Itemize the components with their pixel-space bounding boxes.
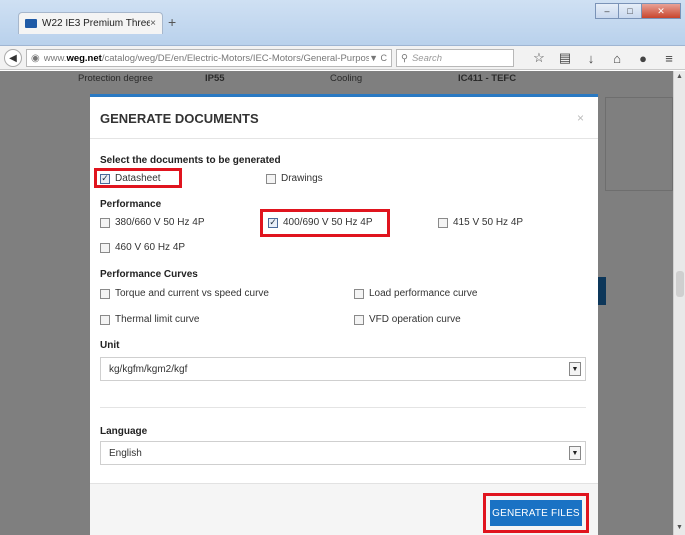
url-path: /catalog/weg/DE/en/Electric-Motors/IEC-M…	[101, 52, 370, 64]
menu-icon[interactable]: ≡	[660, 49, 678, 67]
language-select-value: English	[109, 447, 142, 459]
checkbox-label: Torque and current vs speed curve	[115, 288, 269, 299]
checkbox-empty-icon	[100, 314, 110, 325]
checkbox-empty-icon	[438, 217, 448, 228]
checkbox-torque-curve[interactable]: Torque and current vs speed curve	[100, 288, 269, 299]
bookmark-star-icon[interactable]: ☆	[530, 49, 548, 67]
url-text: www.weg.net/catalog/weg/DE/en/Electric-M…	[44, 53, 369, 64]
checkbox-empty-icon	[100, 242, 110, 253]
checkbox-label: Load performance curve	[369, 288, 478, 299]
checkbox-415v[interactable]: 415 V 50 Hz 4P	[438, 217, 523, 228]
checkbox-empty-icon	[100, 217, 110, 228]
back-arrow-icon: ◀	[9, 52, 17, 64]
browser-tab[interactable]: W22 IE3 Premium Three-P... ×	[18, 12, 163, 34]
tab-close-icon[interactable]: ×	[150, 18, 156, 29]
checkbox-label: 415 V 50 Hz 4P	[453, 217, 524, 228]
checkbox-label: VFD operation curve	[369, 314, 461, 325]
dropdown-arrow-icon[interactable]: ▼	[569, 446, 581, 460]
search-icon: ⚲	[401, 52, 408, 64]
checkbox-label: Thermal limit curve	[115, 314, 200, 325]
checkbox-drawings[interactable]: Drawings	[266, 173, 323, 184]
maximize-button[interactable]: □	[618, 3, 642, 19]
new-tab-button[interactable]: +	[168, 14, 176, 30]
generate-documents-modal: GENERATE DOCUMENTS × Select the document…	[90, 94, 598, 535]
unit-select-value: kg/kgfm/kgm2/kgf	[109, 363, 188, 375]
site-info-icon[interactable]: ◉	[31, 53, 40, 64]
unit-select[interactable]: kg/kgfm/kgm2/kgf ▼	[100, 357, 586, 381]
browser-navbar: ◀ ◉ www.weg.net/catalog/weg/DE/en/Electr…	[0, 46, 685, 70]
checkbox-empty-icon	[354, 288, 364, 299]
scroll-up-icon[interactable]: ▲	[676, 73, 683, 80]
search-placeholder: Search	[411, 52, 443, 64]
tab-title: W22 IE3 Premium Three-P...	[42, 18, 151, 29]
minimize-button[interactable]: –	[595, 3, 619, 19]
site-favicon-icon	[25, 19, 37, 28]
curves-label: Performance Curves	[100, 269, 198, 280]
chat-icon[interactable]: ●	[634, 49, 652, 67]
url-domain: weg.net	[66, 52, 102, 64]
window-controls: – □ ✕	[595, 3, 681, 19]
checkbox-load-curve[interactable]: Load performance curve	[354, 288, 477, 299]
highlight-datasheet	[94, 168, 182, 188]
checkbox-380-660v[interactable]: 380/660 V 50 Hz 4P	[100, 217, 205, 228]
checkbox-empty-icon	[100, 288, 110, 299]
language-label: Language	[100, 426, 148, 437]
scroll-thumb[interactable]	[676, 271, 684, 297]
page-scrollbar[interactable]: ▲ ▼	[673, 71, 685, 535]
close-window-button[interactable]: ✕	[641, 3, 681, 19]
download-icon[interactable]: ↓	[582, 49, 600, 67]
home-icon[interactable]: ⌂	[608, 49, 626, 67]
modal-footer: GENERATE FILES	[90, 483, 598, 535]
checkbox-vfd-curve[interactable]: VFD operation curve	[354, 314, 461, 325]
unit-label: Unit	[100, 340, 120, 351]
checkbox-460v[interactable]: 460 V 60 Hz 4P	[100, 242, 185, 253]
language-select[interactable]: English ▼	[100, 441, 586, 465]
dropdown-arrow-icon[interactable]: ▼	[569, 362, 581, 376]
modal-header: GENERATE DOCUMENTS ×	[90, 97, 598, 139]
browser-toolbar: ☆ ▤ ↓ ⌂ ● ≡	[530, 49, 678, 67]
scroll-down-icon[interactable]: ▼	[676, 524, 683, 531]
section-divider	[100, 407, 586, 408]
select-docs-label: Select the documents to be generated	[100, 155, 281, 166]
checkbox-label: 460 V 60 Hz 4P	[115, 242, 186, 253]
performance-label: Performance	[100, 199, 162, 210]
url-bar[interactable]: ◉ www.weg.net/catalog/weg/DE/en/Electric…	[26, 49, 392, 67]
checkbox-empty-icon	[354, 314, 364, 325]
search-input[interactable]: ⚲ Search	[396, 49, 514, 67]
browser-titlebar: W22 IE3 Premium Three-P... × + – □ ✕	[0, 0, 685, 46]
checkbox-label: 380/660 V 50 Hz 4P	[115, 217, 205, 228]
reload-icon[interactable]: ▼ C	[369, 53, 387, 63]
modal-close-icon[interactable]: ×	[577, 111, 584, 125]
checkbox-empty-icon	[266, 173, 276, 184]
modal-title: GENERATE DOCUMENTS	[100, 111, 259, 126]
back-button[interactable]: ◀	[4, 49, 22, 67]
checkbox-thermal-curve[interactable]: Thermal limit curve	[100, 314, 199, 325]
url-prefix: www.	[43, 52, 67, 64]
highlight-generate-button	[483, 493, 589, 533]
checkbox-label: Drawings	[281, 173, 323, 184]
reading-list-icon[interactable]: ▤	[556, 49, 574, 67]
highlight-400-690v	[260, 209, 390, 237]
